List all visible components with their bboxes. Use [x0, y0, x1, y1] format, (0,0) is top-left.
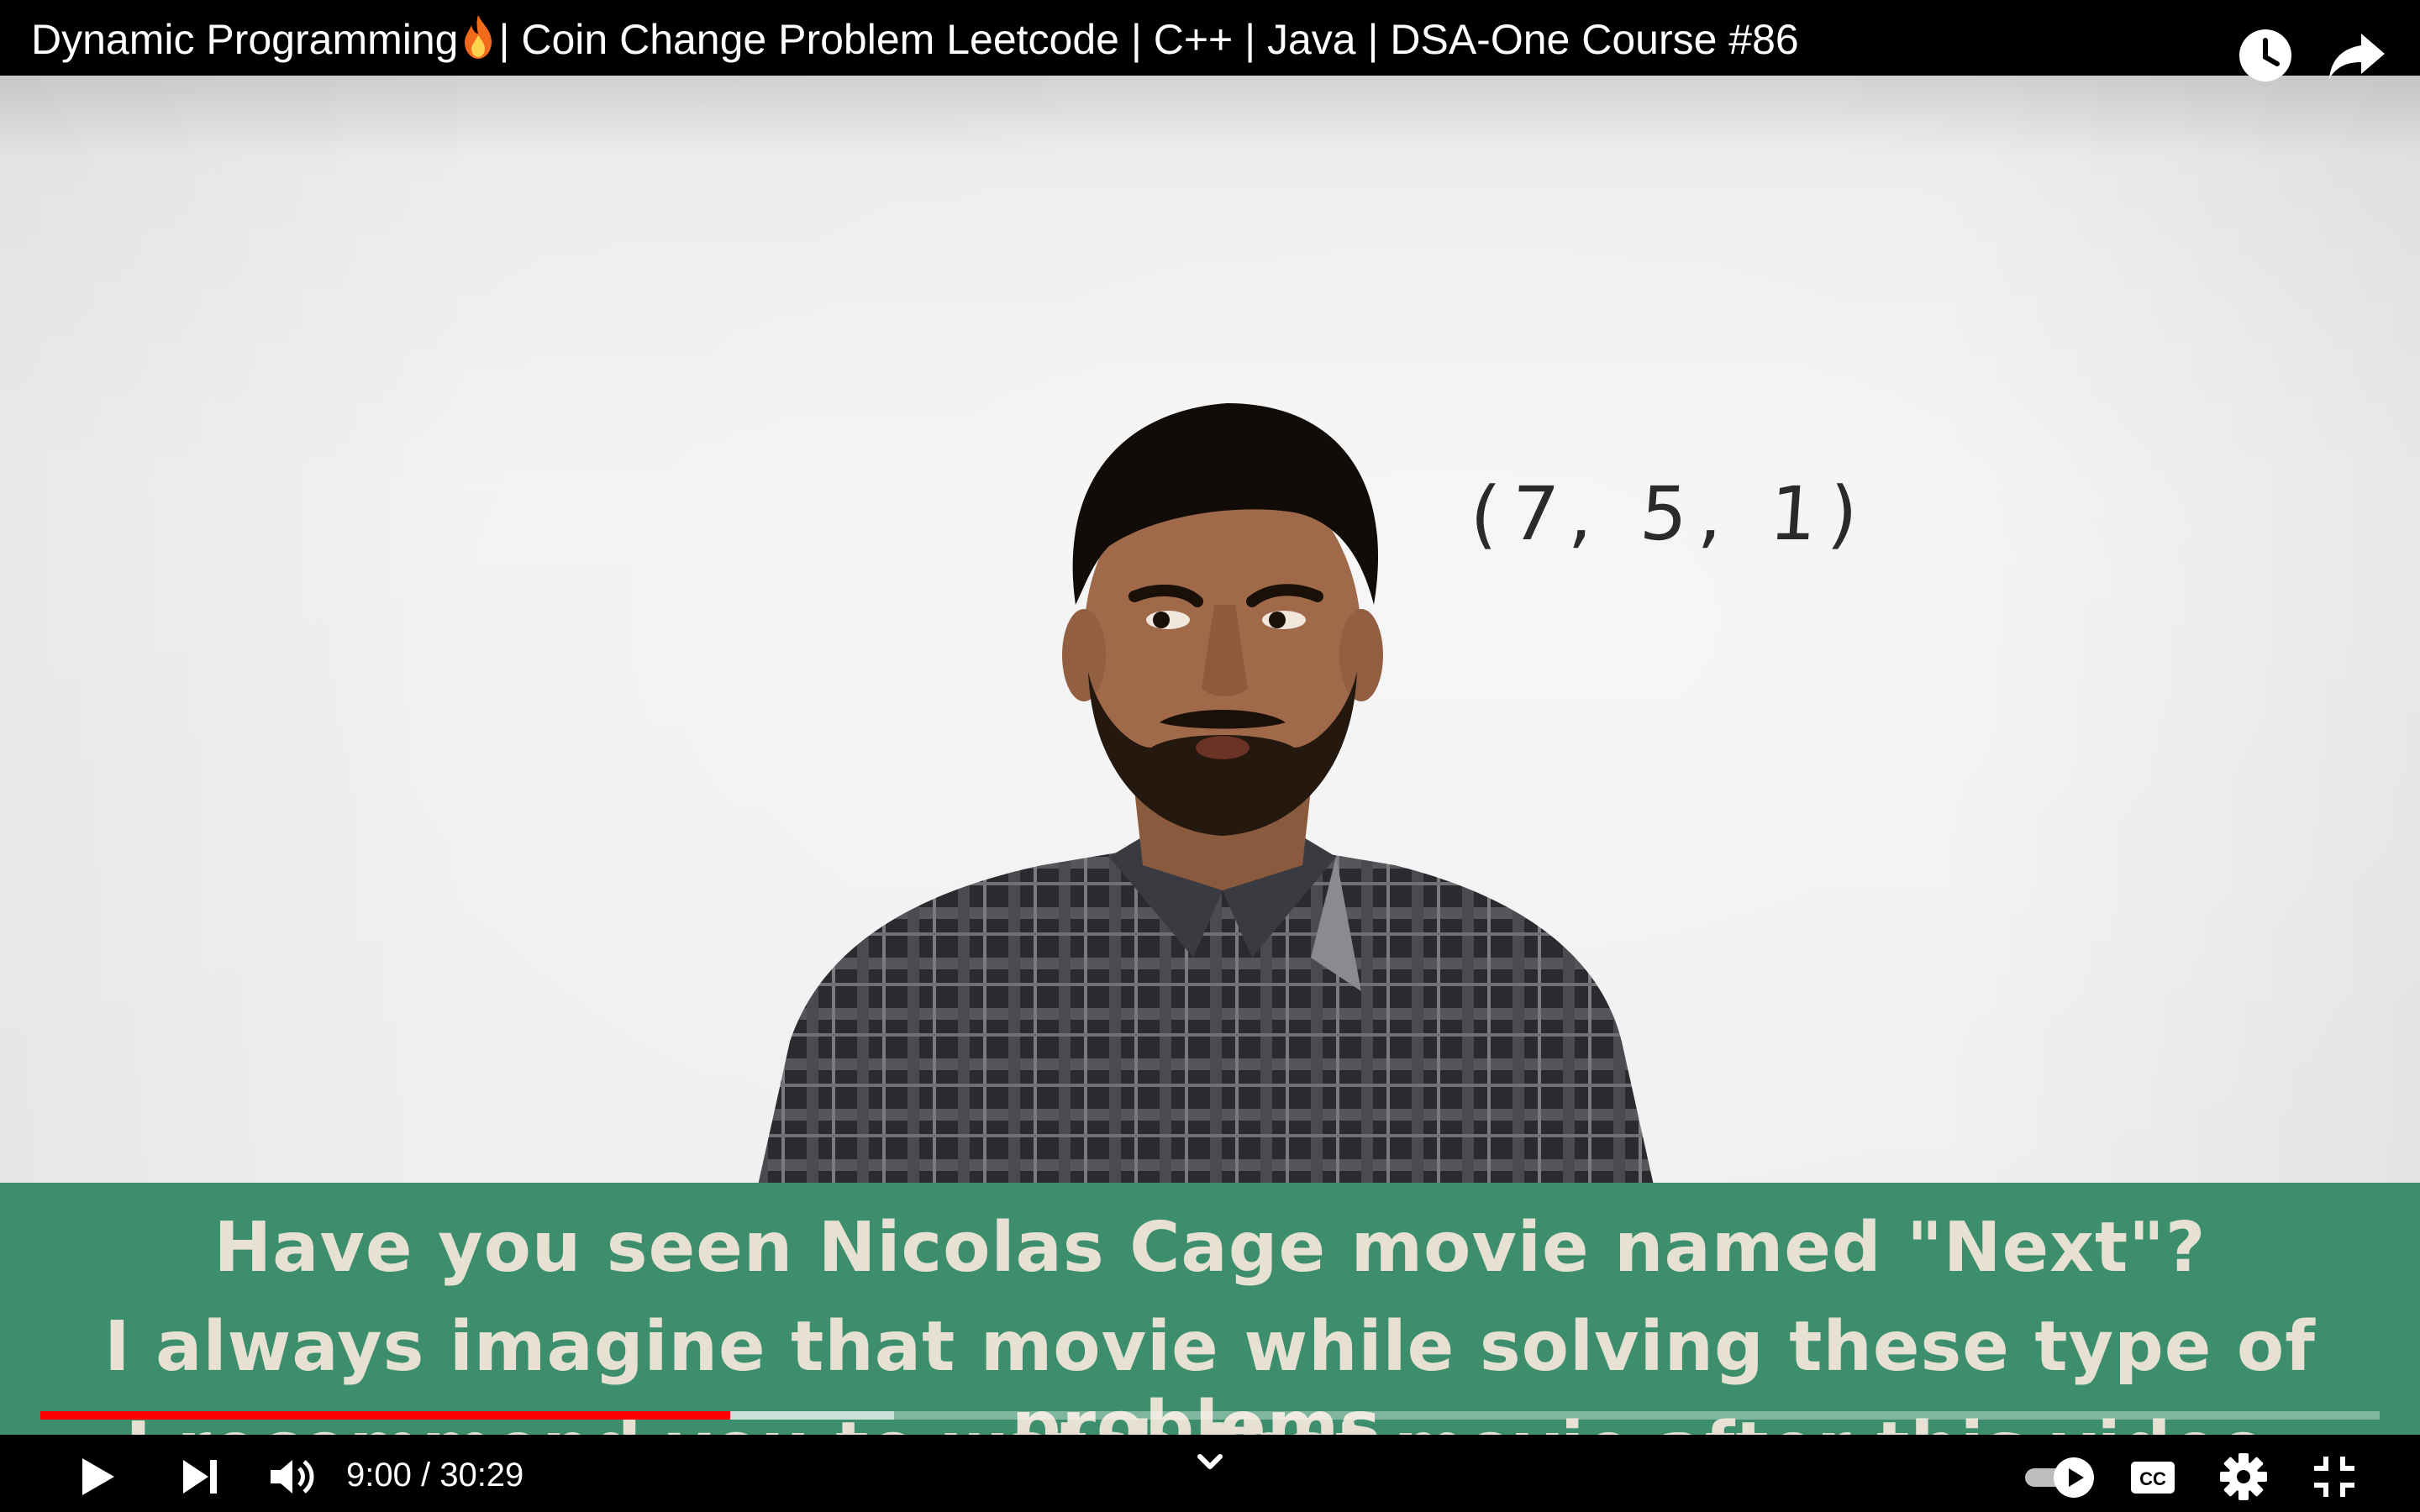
chevron-down-icon[interactable]: [1185, 1441, 1235, 1483]
fire-icon: [461, 13, 495, 60]
svg-text:CC: CC: [2139, 1468, 2166, 1489]
clock-icon[interactable]: [2232, 22, 2299, 89]
exit-fullscreen-icon[interactable]: [2307, 1450, 2361, 1504]
video-frame[interactable]: (7, 5, 1) Have you seen Nicolas Cage mov…: [0, 76, 2420, 1435]
caption-line-1: Have you seen Nicolas Cage movie named "…: [213, 1208, 2207, 1288]
top-bar: Dynamic Programming | Coin Change Problem…: [0, 0, 2420, 81]
presenter: [756, 403, 1655, 1193]
progress-played: [40, 1411, 731, 1420]
gear-icon[interactable]: [2217, 1450, 2270, 1504]
video-title[interactable]: Dynamic Programming | Coin Change Problem…: [31, 10, 1799, 69]
duration: 30:29: [439, 1457, 524, 1494]
play-icon[interactable]: [71, 1450, 124, 1504]
cc-icon[interactable]: CC: [2126, 1450, 2180, 1504]
skip-next-icon[interactable]: [173, 1450, 227, 1504]
video-title-rest: | Coin Change Problem Leetcode | C++ | J…: [498, 16, 1799, 63]
share-arrow-icon[interactable]: [2324, 22, 2391, 89]
autoplay-toggle-icon[interactable]: [2020, 1450, 2101, 1504]
progress-bar[interactable]: [40, 1411, 2380, 1420]
volume-icon[interactable]: [264, 1450, 318, 1504]
time-display: 9:00 / 30:29: [346, 1450, 523, 1500]
time-separator: /: [411, 1457, 440, 1494]
player-controls: 9:00 / 30:29 CC: [0, 1435, 2420, 1512]
current-time: 9:00: [346, 1457, 412, 1494]
caption-box: Have you seen Nicolas Cage movie named "…: [0, 1183, 2420, 1435]
video-title-text: Dynamic Programming: [31, 16, 459, 63]
